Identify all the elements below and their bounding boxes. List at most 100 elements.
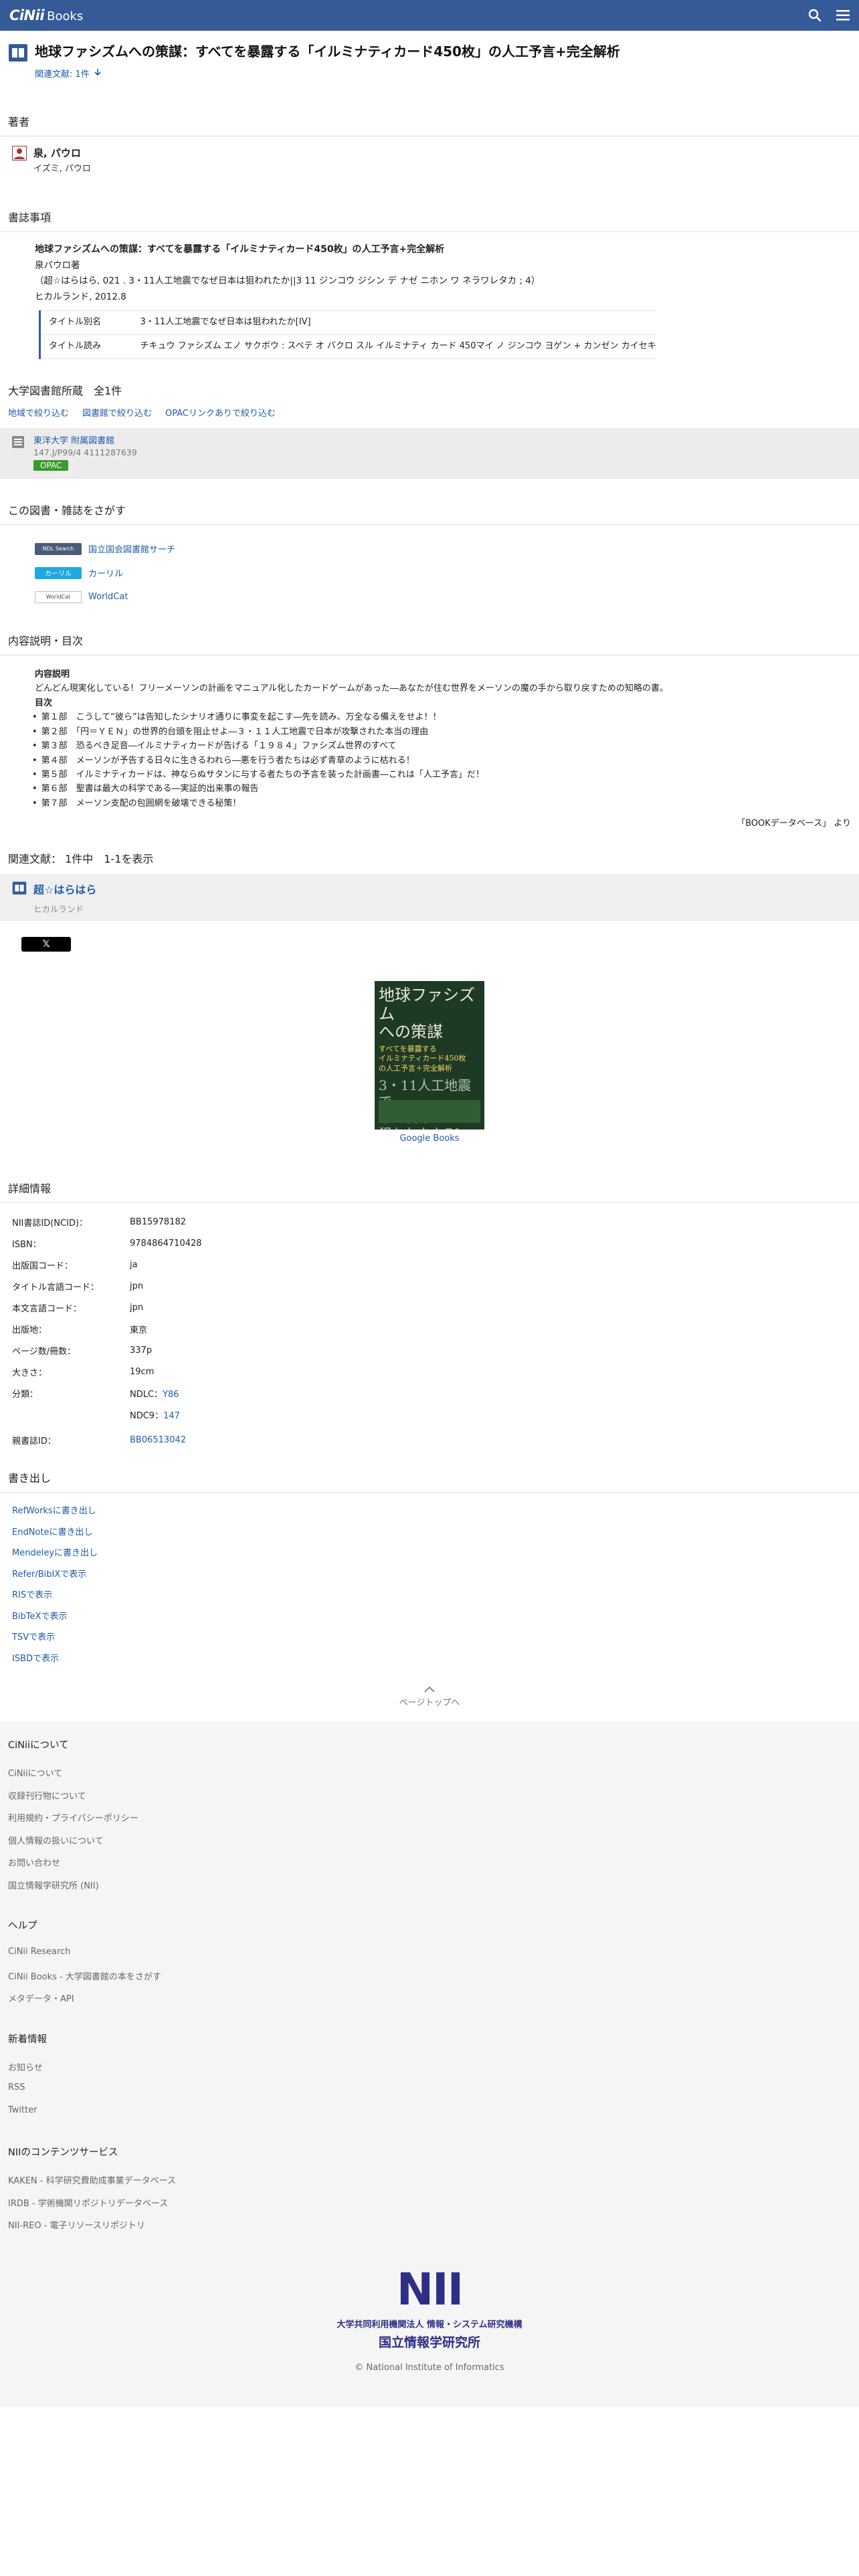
nii-branding[interactable]: NII 大学共同利用機関法人 情報・システム研究機構 国立情報学研究所 © Na…	[8, 2263, 851, 2373]
page-top-label: ページトップへ	[399, 1698, 460, 1709]
detail-value: 19cm	[130, 1366, 155, 1377]
book-icon	[8, 43, 28, 63]
biblio-heading: 書誌事項	[0, 209, 859, 232]
footer-link[interactable]: NII-REO - 電子リソースリポジトリ	[8, 2218, 851, 2241]
biblio-author: 泉パウロ著	[35, 259, 80, 271]
filter-region-link[interactable]: 地域で絞り込む	[8, 406, 69, 419]
footer-group-about: CiNiiについて CiNiiについて 収録刊行物について 利用規約・プライバシ…	[8, 1737, 851, 1901]
parent-id-link[interactable]: BB06513042	[130, 1435, 186, 1445]
export-tsv-link[interactable]: TSVで表示	[12, 1632, 55, 1642]
alt-title-key: タイトル別名	[39, 310, 140, 336]
person-icon	[12, 146, 27, 160]
nii-name: 国立情報学研究所	[378, 2335, 480, 2350]
footer-link[interactable]: 利用規約・プライバシーポリシー	[8, 1811, 851, 1834]
footer-heading: NIIのコンテンツサービス	[8, 2147, 118, 2159]
ext-calil-item[interactable]: カーリル カーリル	[35, 561, 859, 585]
footer-link[interactable]: 収録刊行物について	[8, 1789, 851, 1812]
search-icon[interactable]	[808, 9, 822, 22]
detail-key: タイトル言語コード：	[12, 1282, 100, 1293]
cinii-books-logo[interactable]: CiNii Books	[9, 7, 83, 23]
hamburger-menu-icon[interactable]	[836, 9, 850, 21]
detail-value: ja	[130, 1259, 138, 1270]
holdings-filters: 地域で絞り込む 図書館で絞り込む OPACリンクありで絞り込む	[0, 398, 859, 419]
filter-opac-link[interactable]: OPACリンクありで絞り込む	[165, 406, 276, 419]
toc-item: 第１部 こうして“彼ら”は告知したシナリオ通りに事変を起こす―先を読み、万全なる…	[33, 710, 851, 724]
footer-link[interactable]: お知らせ	[8, 2060, 851, 2083]
export-bibtex-link[interactable]: BibTeXで表示	[12, 1612, 67, 1622]
ndc9-prefix: NDC9：	[130, 1410, 164, 1421]
related-docs-link[interactable]: 関連文献: 1件	[35, 67, 859, 80]
class-key: 分類：	[12, 1389, 39, 1400]
toc-item: 第７部 メーソン支配の包囲網を破壊できる秘策！	[33, 796, 851, 811]
library-name-link[interactable]: 東洋大学 附属図書館	[33, 433, 137, 446]
opac-button[interactable]: OPAC	[33, 459, 69, 471]
footer-link[interactable]: 個人情報の扱いについて	[8, 1834, 851, 1856]
footer-link[interactable]: KAKEN - 科学研究費助成事業データベース	[8, 2173, 851, 2196]
chevron-up-icon	[0, 1685, 859, 1695]
ndl-search-logo: NDL Search	[35, 542, 82, 555]
detail-row: 本文言語コード： jpn	[12, 1297, 202, 1318]
ext-calil-label: カーリル	[88, 569, 124, 580]
page-top-link[interactable]: ページトップへ	[0, 1685, 859, 1708]
detail-value: 東京	[130, 1325, 148, 1335]
related-docs-label: 関連文献: 1件	[35, 70, 90, 80]
logo-sub: Books	[47, 9, 84, 23]
description-heading: 内容説明・目次	[0, 632, 859, 655]
library-icon	[12, 435, 24, 448]
footer-link[interactable]: CiNii Research	[8, 1947, 851, 1969]
detail-row-class: 分類： NDLC：Y86	[12, 1382, 202, 1404]
export-heading: 書き出し	[0, 1469, 859, 1493]
holdings-heading: 大学図書館所蔵 全1件	[8, 384, 122, 397]
export-endnote-link[interactable]: EndNoteに書き出し	[12, 1527, 92, 1537]
cover-subtitle: すべてを暴露する イルミナティカード450枚 の人工予言＋完全解析	[379, 1045, 466, 1073]
google-books-link[interactable]: Google Books	[0, 1134, 859, 1144]
detail-row: ページ数/冊数： 337p	[12, 1339, 202, 1361]
footer-link[interactable]: IRDB - 学術機関リポジトリデータベース	[8, 2196, 851, 2219]
detail-row-parent: 親書誌ID： BB06513042	[12, 1425, 202, 1455]
book-cover-image[interactable]: 地球ファシズム への策謀 すべてを暴露する イルミナティカード450枚 の人工予…	[375, 981, 484, 1130]
footer-link[interactable]: メタデータ・API	[8, 1992, 851, 2014]
ndc9-link[interactable]: 147	[163, 1411, 180, 1421]
ext-ndl-item[interactable]: NDL Search 国立国会図書館サーチ	[35, 537, 859, 561]
detail-value: jpn	[130, 1302, 144, 1313]
toc-item: 第２部 「円＝ＹＥＮ」の世界的台頭を阻止せよ―３・１１人工地震で日本が攻撃された…	[33, 725, 851, 739]
author-row: 泉, パウロ イズミ, パウロ	[0, 136, 859, 183]
footer-link[interactable]: 国立情報学研究所 (NII)	[8, 1879, 851, 1901]
detail-key: 本文言語コード：	[12, 1303, 82, 1314]
footer: CiNiiについて CiNiiについて 収録刊行物について 利用規約・プライバシ…	[0, 1721, 859, 2407]
export-mendeley-link[interactable]: Mendeleyに書き出し	[12, 1548, 98, 1558]
detail-key: 出版国コード：	[12, 1261, 74, 1271]
filter-library-link[interactable]: 図書館で絞り込む	[82, 406, 152, 419]
search-heading: この図書・雑誌をさがす	[0, 502, 859, 525]
worldcat-logo: WorldCat	[35, 591, 82, 603]
export-refworks-link[interactable]: RefWorksに書き出し	[12, 1506, 96, 1516]
detail-key: 大きさ：	[12, 1368, 47, 1378]
detail-row: 大きさ： 19cm	[12, 1361, 202, 1382]
cover-title: 地球ファシズム への策謀	[379, 986, 475, 1042]
details-table: NII書誌ID(NCID)： BB15978182 ISBN： 9784864710…	[12, 1211, 202, 1455]
author-name[interactable]: 泉, パウロ	[33, 146, 91, 160]
calil-logo: カーリル	[35, 566, 82, 579]
detail-row: タイトル言語コード： jpn	[12, 1275, 202, 1297]
export-refer-link[interactable]: Refer/BibIXで表示	[12, 1570, 86, 1580]
nii-logo: NII	[396, 2263, 464, 2315]
footer-link[interactable]: お問い合わせ	[8, 1856, 851, 1879]
footer-heading: ヘルプ	[8, 1921, 37, 1932]
footer-link[interactable]: CiNiiについて	[8, 1766, 851, 1789]
export-isbd-link[interactable]: ISBDで表示	[12, 1654, 59, 1664]
ext-worldcat-item[interactable]: WorldCat WorldCat	[35, 585, 859, 609]
export-ris-link[interactable]: RISで表示	[12, 1590, 52, 1600]
footer-link[interactable]: Twitter	[8, 2105, 851, 2128]
toc-item: 第３部 恐るべき足音―イルミナティカードが告げる「１９８４」ファシズム世界のすべ…	[33, 739, 851, 753]
toc-item: 第６部 聖書は最大の科学である―実証的出来事の報告	[33, 782, 851, 796]
title-row: 地球ファシズムへの策謀：すべてを暴露する「イルミナティカード450枚」の人工予言…	[0, 31, 859, 63]
footer-link[interactable]: CiNii Books - 大学図書館の本をさがす	[8, 1969, 851, 1992]
description-block: 内容説明 どんどん現実化している！フリーメーソンの計画をマニュアル化したカードゲ…	[0, 655, 859, 811]
detail-row-ndc9: NDC9：147	[12, 1404, 202, 1425]
footer-link[interactable]: RSS	[8, 2082, 851, 2105]
related-publisher: ヒカルランド	[33, 904, 84, 915]
related-title-link[interactable]: 超☆はらはら	[33, 881, 96, 897]
ndlc-link[interactable]: Y86	[163, 1390, 179, 1400]
detail-key: ISBN：	[12, 1239, 41, 1250]
x-share-button[interactable]: 𝕏	[21, 937, 71, 952]
